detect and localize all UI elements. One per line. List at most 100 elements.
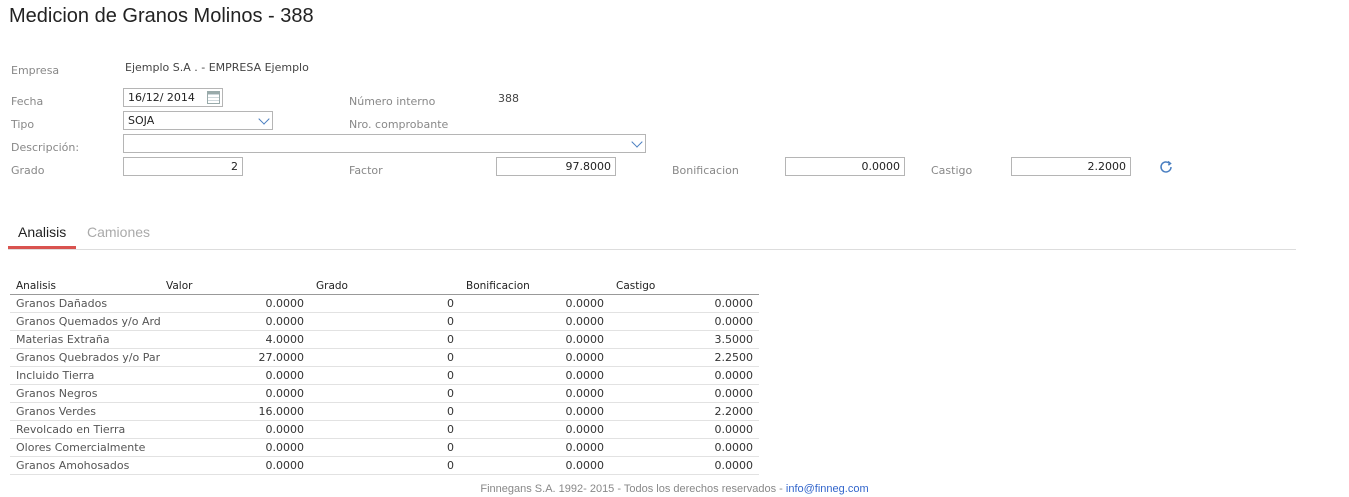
- table-cell: 0: [310, 294, 460, 313]
- table-cell: Granos Quebrados y/o Partidos: [10, 348, 160, 367]
- column-header-bonificacion[interactable]: Bonificacion: [460, 278, 610, 295]
- table-cell: 0: [310, 312, 460, 331]
- column-header-valor[interactable]: Valor: [160, 278, 310, 295]
- table-cell: Materias Extraña: [10, 330, 160, 349]
- table-cell: 0: [310, 438, 460, 457]
- descripcion-select[interactable]: [123, 134, 646, 153]
- table-cell: 2.2000: [610, 402, 759, 421]
- column-header-analisis[interactable]: Analisis: [10, 278, 160, 295]
- table-cell: 0.0000: [610, 420, 759, 439]
- tipo-label: Tipo: [11, 118, 35, 131]
- table-body: Granos Dañados 0.0000 0 0.0000 0.0000 Granos …: [10, 294, 759, 475]
- numero-interno-label: Número interno: [349, 95, 436, 108]
- table-cell: 0.0000: [610, 366, 759, 385]
- footer: Finnegans S.A. 1992- 2015 - Todos los de…: [0, 483, 1349, 495]
- table-cell: 0: [310, 348, 460, 367]
- page-title: Medicion de Granos Molinos - 388: [9, 5, 314, 27]
- table-cell: 0.0000: [610, 456, 759, 475]
- table-row[interactable]: Materias Extraña 4.0000 0 0.0000 3.5000: [10, 330, 759, 349]
- castigo-label: Castigo: [931, 164, 973, 177]
- table-cell: 0.0000: [460, 402, 610, 421]
- tab-bar: Analisis Camiones: [8, 222, 1296, 250]
- table-cell: 0.0000: [460, 366, 610, 385]
- refresh-icon[interactable]: [1158, 159, 1174, 175]
- table-cell: 0.0000: [610, 294, 759, 313]
- table-cell: 16.0000: [160, 402, 310, 421]
- table-cell: 0.0000: [460, 348, 610, 367]
- tipo-value: SOJA: [128, 114, 155, 127]
- calendar-icon[interactable]: [207, 91, 220, 104]
- table-cell: 0: [310, 366, 460, 385]
- table-cell: 0: [310, 402, 460, 421]
- table-cell: 0.0000: [160, 294, 310, 313]
- tab-camiones[interactable]: Camiones: [77, 222, 160, 249]
- table-cell: 0.0000: [610, 438, 759, 457]
- table-cell: 0.0000: [160, 456, 310, 475]
- table-cell: Olores Comercialmente: [10, 438, 160, 457]
- table-row[interactable]: Incluido Tierra 0.0000 0 0.0000 0.0000: [10, 366, 759, 385]
- table-cell: 0.0000: [460, 456, 610, 475]
- descripcion-label: Descripción:: [11, 141, 80, 154]
- table-cell: Granos Dañados: [10, 294, 160, 313]
- table-cell: 0: [310, 330, 460, 349]
- numero-interno-value: 388: [498, 92, 519, 105]
- table-row[interactable]: Granos Amohosados 0.0000 0 0.0000 0.0000: [10, 456, 759, 475]
- table-cell: 0.0000: [460, 420, 610, 439]
- table-cell: 0.0000: [160, 420, 310, 439]
- table-cell: 2.2500: [610, 348, 759, 367]
- bonificacion-label: Bonificacion: [672, 164, 739, 177]
- fecha-label: Fecha: [11, 95, 44, 108]
- tipo-select[interactable]: SOJA: [123, 111, 273, 130]
- analisis-table: Analisis Valor Grado Bonificacion Castig…: [10, 278, 759, 475]
- table-cell: 4.0000: [160, 330, 310, 349]
- table-cell: 0.0000: [160, 312, 310, 331]
- table-cell: Granos Verdes: [10, 402, 160, 421]
- table-row[interactable]: Granos Verdes 16.0000 0 0.0000 2.2000: [10, 402, 759, 421]
- table-cell: 0.0000: [460, 294, 610, 313]
- tab-analisis[interactable]: Analisis: [8, 222, 77, 249]
- table-cell: 0: [310, 420, 460, 439]
- table-cell: Revolcado en Tierra: [10, 420, 160, 439]
- table-cell: 0.0000: [610, 384, 759, 403]
- table-row[interactable]: Revolcado en Tierra 0.0000 0 0.0000 0.0000: [10, 420, 759, 439]
- empresa-label: Empresa: [11, 64, 60, 77]
- fecha-input[interactable]: 16/12/ 2014: [123, 88, 223, 107]
- table-cell: 0.0000: [460, 330, 610, 349]
- nro-comprobante-label: Nro. comprobante: [349, 118, 449, 131]
- factor-label: Factor: [349, 164, 383, 177]
- table-cell: Granos Negros: [10, 384, 160, 403]
- bonificacion-input[interactable]: 0.0000: [785, 157, 905, 176]
- table-cell: 0.0000: [460, 438, 610, 457]
- table-cell: 0.0000: [460, 384, 610, 403]
- table-cell: Granos Amohosados: [10, 456, 160, 475]
- table-row[interactable]: Granos Dañados 0.0000 0 0.0000 0.0000: [10, 294, 759, 313]
- footer-text: Finnegans S.A. 1992- 2015 - Todos los de…: [480, 483, 786, 495]
- table-cell: 0.0000: [460, 312, 610, 331]
- table-row[interactable]: Granos Negros 0.0000 0 0.0000 0.0000: [10, 384, 759, 403]
- footer-email-link[interactable]: info@finneg.com: [786, 483, 869, 495]
- table-cell: 0.0000: [160, 438, 310, 457]
- table-cell: 0.0000: [160, 384, 310, 403]
- factor-input[interactable]: 97.8000: [496, 157, 616, 176]
- chevron-down-icon[interactable]: [256, 112, 272, 129]
- table-cell: 0: [310, 384, 460, 403]
- table-row[interactable]: Olores Comercialmente 0.0000 0 0.0000 0.0000: [10, 438, 759, 457]
- grado-input[interactable]: 2: [123, 157, 243, 176]
- table-cell: 0.0000: [160, 366, 310, 385]
- table-header-row: Analisis Valor Grado Bonificacion Castig…: [10, 278, 759, 295]
- grado-label: Grado: [11, 164, 45, 177]
- column-header-castigo[interactable]: Castigo: [610, 278, 759, 295]
- fecha-value: 16/12/ 2014: [128, 91, 195, 104]
- table-cell: Granos Quemados y/o Ardidos: [10, 312, 160, 331]
- chevron-down-icon[interactable]: [629, 135, 645, 152]
- table-cell: 27.0000: [160, 348, 310, 367]
- column-header-grado[interactable]: Grado: [310, 278, 460, 295]
- table-cell: 0: [310, 456, 460, 475]
- table-row[interactable]: Granos Quemados y/o Ardidos0.000000.0000…: [10, 312, 759, 331]
- table-cell: 3.5000: [610, 330, 759, 349]
- castigo-input[interactable]: 2.2000: [1011, 157, 1131, 176]
- empresa-value: Ejemplo S.A . - EMPRESA Ejemplo: [125, 61, 309, 74]
- table-row[interactable]: Granos Quebrados y/o Partidos27.000000.0…: [10, 348, 759, 367]
- table-cell: 0.0000: [610, 312, 759, 331]
- table-cell: Incluido Tierra: [10, 366, 160, 385]
